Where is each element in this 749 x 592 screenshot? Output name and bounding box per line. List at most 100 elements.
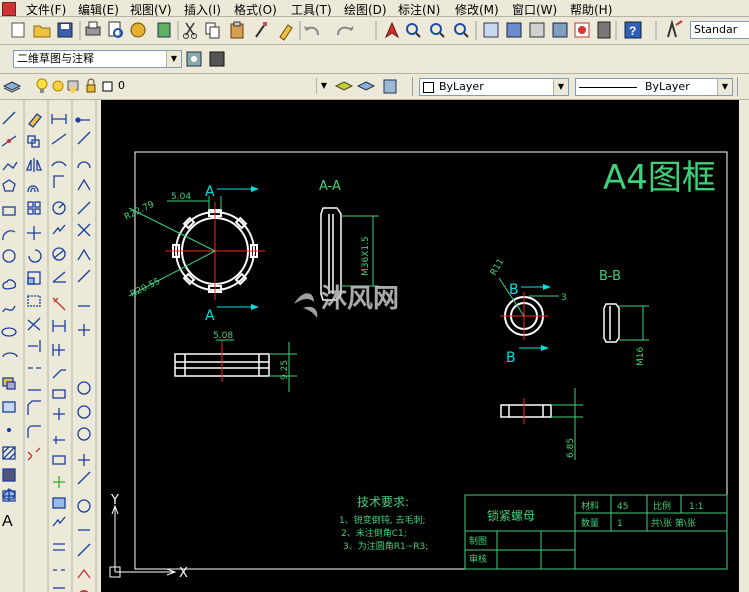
- copy-icon[interactable]: [205, 22, 220, 39]
- dim-linear-icon[interactable]: [51, 114, 67, 124]
- menu-view[interactable]: 视图(V): [130, 1, 172, 18]
- layer-on-icon[interactable]: [36, 78, 48, 93]
- draw-circle-icon[interactable]: [2, 249, 16, 263]
- tool-a6-icon[interactable]: [77, 223, 91, 237]
- layer-lock-icon[interactable]: [86, 78, 96, 93]
- gradient-icon[interactable]: [2, 468, 16, 482]
- move-icon[interactable]: [27, 226, 41, 240]
- dim-space-icon[interactable]: [53, 543, 65, 551]
- tool-a7-icon[interactable]: [77, 248, 91, 261]
- insert-block-icon[interactable]: [2, 377, 16, 390]
- extend-icon[interactable]: [28, 340, 41, 352]
- menu-insert[interactable]: 插入(I): [184, 1, 221, 18]
- menu-tools[interactable]: 工具(T): [291, 1, 332, 18]
- draw-ellipse-arc-icon[interactable]: [2, 352, 18, 358]
- draw-xline-icon[interactable]: [1, 135, 17, 147]
- draw-arc-icon[interactable]: [2, 230, 16, 241]
- design-center-icon[interactable]: [506, 22, 522, 38]
- print-icon[interactable]: [85, 21, 101, 36]
- draw-spline-icon[interactable]: [2, 305, 16, 313]
- quick-dim-icon[interactable]: [52, 297, 66, 311]
- menu-edit[interactable]: 编辑(E): [78, 1, 119, 18]
- chevron-down-icon[interactable]: ▼: [553, 79, 568, 95]
- make-current-icon[interactable]: [334, 81, 354, 91]
- tool-a16-icon[interactable]: [77, 499, 91, 513]
- trim-icon[interactable]: [27, 317, 41, 331]
- tool-a2-icon[interactable]: [77, 131, 91, 145]
- layer-states-icon[interactable]: [383, 79, 397, 94]
- menu-dimension[interactable]: 标注(N): [398, 1, 440, 18]
- tolerance-icon[interactable]: [52, 389, 66, 399]
- match-prop-icon[interactable]: [255, 22, 267, 38]
- tool-a8-icon[interactable]: [77, 269, 91, 283]
- zoom-window-icon[interactable]: [430, 23, 445, 38]
- dim-update-icon[interactable]: [53, 476, 65, 488]
- markup-icon[interactable]: [574, 22, 590, 38]
- drawing-canvas[interactable]: A4图框 R22.79 R20.55 5.04 A A A-A M36X1.5 …: [101, 100, 749, 592]
- scale-icon[interactable]: [27, 271, 41, 285]
- chevron-down-icon[interactable]: ▼: [717, 79, 732, 95]
- dim-ordinate-icon[interactable]: [53, 175, 64, 188]
- text-style-combo[interactable]: Standar: [690, 21, 749, 39]
- save-icon[interactable]: [57, 22, 73, 38]
- dim-jog-line-icon[interactable]: [52, 516, 66, 527]
- chamfer-icon[interactable]: [27, 400, 41, 415]
- publish-icon[interactable]: [130, 22, 146, 38]
- dim-jogged-icon[interactable]: [52, 224, 66, 235]
- mtext-icon[interactable]: A: [2, 513, 13, 530]
- rotate-icon[interactable]: [28, 249, 42, 263]
- open-icon[interactable]: [33, 25, 51, 38]
- chevron-down-icon[interactable]: ▼: [166, 51, 181, 67]
- calculator-icon[interactable]: [597, 21, 611, 39]
- menu-draw[interactable]: 绘图(D): [344, 1, 387, 18]
- revcloud-icon[interactable]: [2, 279, 17, 290]
- layer-manager-icon[interactable]: [2, 81, 22, 93]
- center-mark-icon[interactable]: [53, 408, 65, 420]
- draw-ellipse-icon[interactable]: [1, 327, 17, 337]
- workspace-save-icon[interactable]: [209, 51, 225, 67]
- make-block-icon[interactable]: [2, 401, 16, 413]
- dim-text-edit-icon[interactable]: [52, 455, 66, 465]
- tool-a18-icon[interactable]: [77, 543, 91, 557]
- layer-vp-icon[interactable]: [67, 80, 79, 93]
- dim-edit-icon[interactable]: [53, 436, 65, 444]
- dim-style-icon[interactable]: [52, 497, 66, 509]
- draw-pline-icon[interactable]: [2, 161, 18, 171]
- paste-icon[interactable]: [230, 21, 244, 39]
- linetype-combo[interactable]: ByLayer ▼: [575, 78, 733, 96]
- workspace-settings-icon[interactable]: [186, 51, 202, 67]
- cut-icon[interactable]: [183, 22, 197, 39]
- tool-a5-icon[interactable]: [77, 201, 91, 215]
- tool-a14-icon[interactable]: [78, 454, 90, 466]
- properties-icon[interactable]: [483, 22, 499, 38]
- workspace-combo[interactable]: 二维草图与注释 ▼: [13, 50, 182, 68]
- preview-icon[interactable]: [108, 21, 123, 38]
- dim-arc-icon[interactable]: [51, 161, 67, 167]
- layer-color-icon[interactable]: [102, 81, 113, 92]
- tool-a15-icon[interactable]: [77, 471, 91, 485]
- new-icon[interactable]: [11, 22, 25, 38]
- menu-file[interactable]: 文件(F): [26, 1, 66, 18]
- dim-continue-icon[interactable]: [52, 344, 65, 356]
- sheet-set-icon[interactable]: [552, 22, 568, 38]
- dim-radius-icon[interactable]: [52, 201, 66, 215]
- redo-icon[interactable]: [337, 26, 354, 36]
- color-combo[interactable]: ByLayer ▼: [419, 78, 569, 96]
- tool-a13-icon[interactable]: [77, 427, 91, 441]
- qleader-icon[interactable]: [52, 369, 66, 379]
- dim-diameter-icon[interactable]: [52, 247, 66, 261]
- help-icon[interactable]: ?: [624, 21, 642, 39]
- dim-angular-icon[interactable]: [52, 271, 66, 283]
- point-icon[interactable]: [6, 427, 12, 433]
- tool-a10-icon[interactable]: [78, 324, 90, 336]
- draw-rectangle-icon[interactable]: [2, 206, 16, 216]
- erase-icon[interactable]: [28, 113, 42, 128]
- menu-window[interactable]: 窗口(W): [512, 1, 557, 18]
- tool-a12-icon[interactable]: [77, 405, 91, 419]
- dim-baseline-icon[interactable]: [52, 320, 66, 332]
- menu-modify[interactable]: 修改(M): [455, 1, 499, 18]
- dim-aligned-icon[interactable]: [51, 133, 67, 145]
- block-editor-icon[interactable]: [279, 24, 293, 41]
- undo-icon[interactable]: [304, 26, 319, 36]
- tool-a4-icon[interactable]: [77, 178, 91, 191]
